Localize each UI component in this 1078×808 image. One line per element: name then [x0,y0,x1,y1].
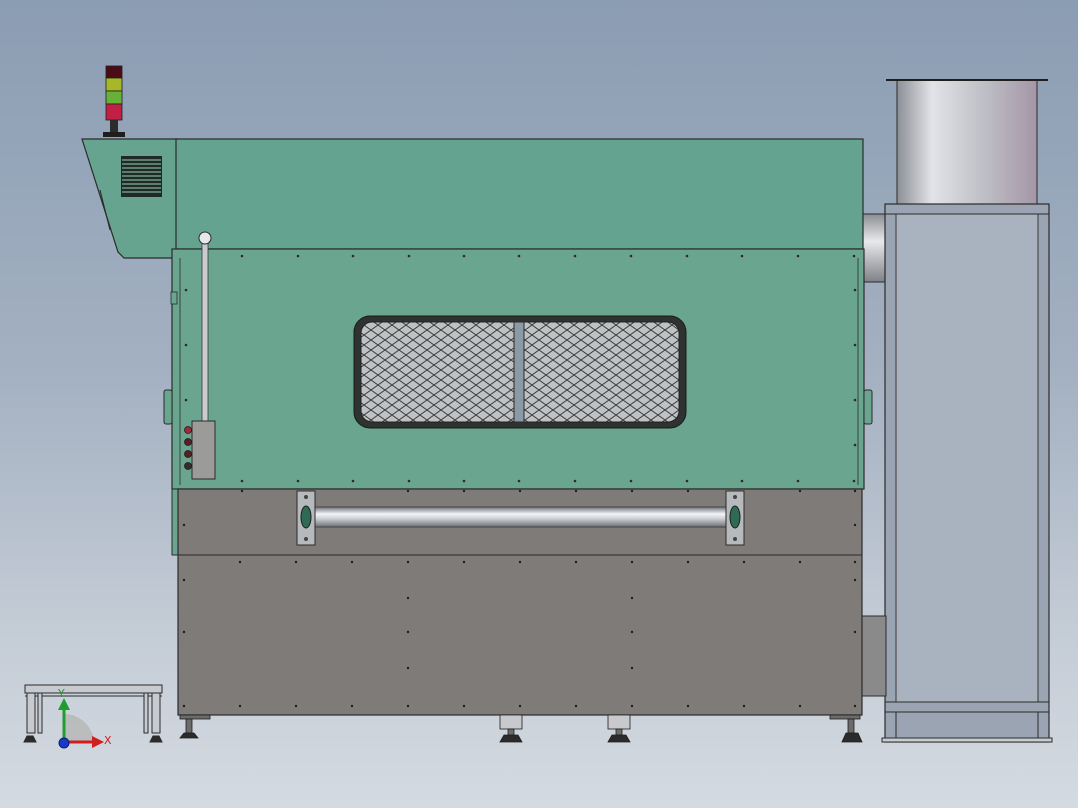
left-bearing-block [296,490,316,546]
roller-bar [307,506,737,528]
filter-cabinet [881,203,1053,743]
triad-y-label: Y [57,687,65,700]
right-bearing-block [725,490,745,546]
side-box [861,615,887,697]
left-door-handle [163,389,173,425]
leveling-feet [179,714,863,743]
signal-tower-icon [103,65,125,137]
vent-grille-icon [121,156,162,197]
viewing-window-icon [353,315,687,429]
control-box [191,420,216,480]
cad-drawing: Y X [23,65,1053,749]
coordinate-triad-icon [58,698,104,749]
upper-panel [175,138,864,250]
duct-connector-stub [861,213,889,283]
left-hinge [170,291,178,305]
right-door-handle [863,389,873,425]
triad-x-label: X [104,734,112,747]
exhaust-duct [886,79,1048,207]
mini-frame-view [23,684,163,743]
